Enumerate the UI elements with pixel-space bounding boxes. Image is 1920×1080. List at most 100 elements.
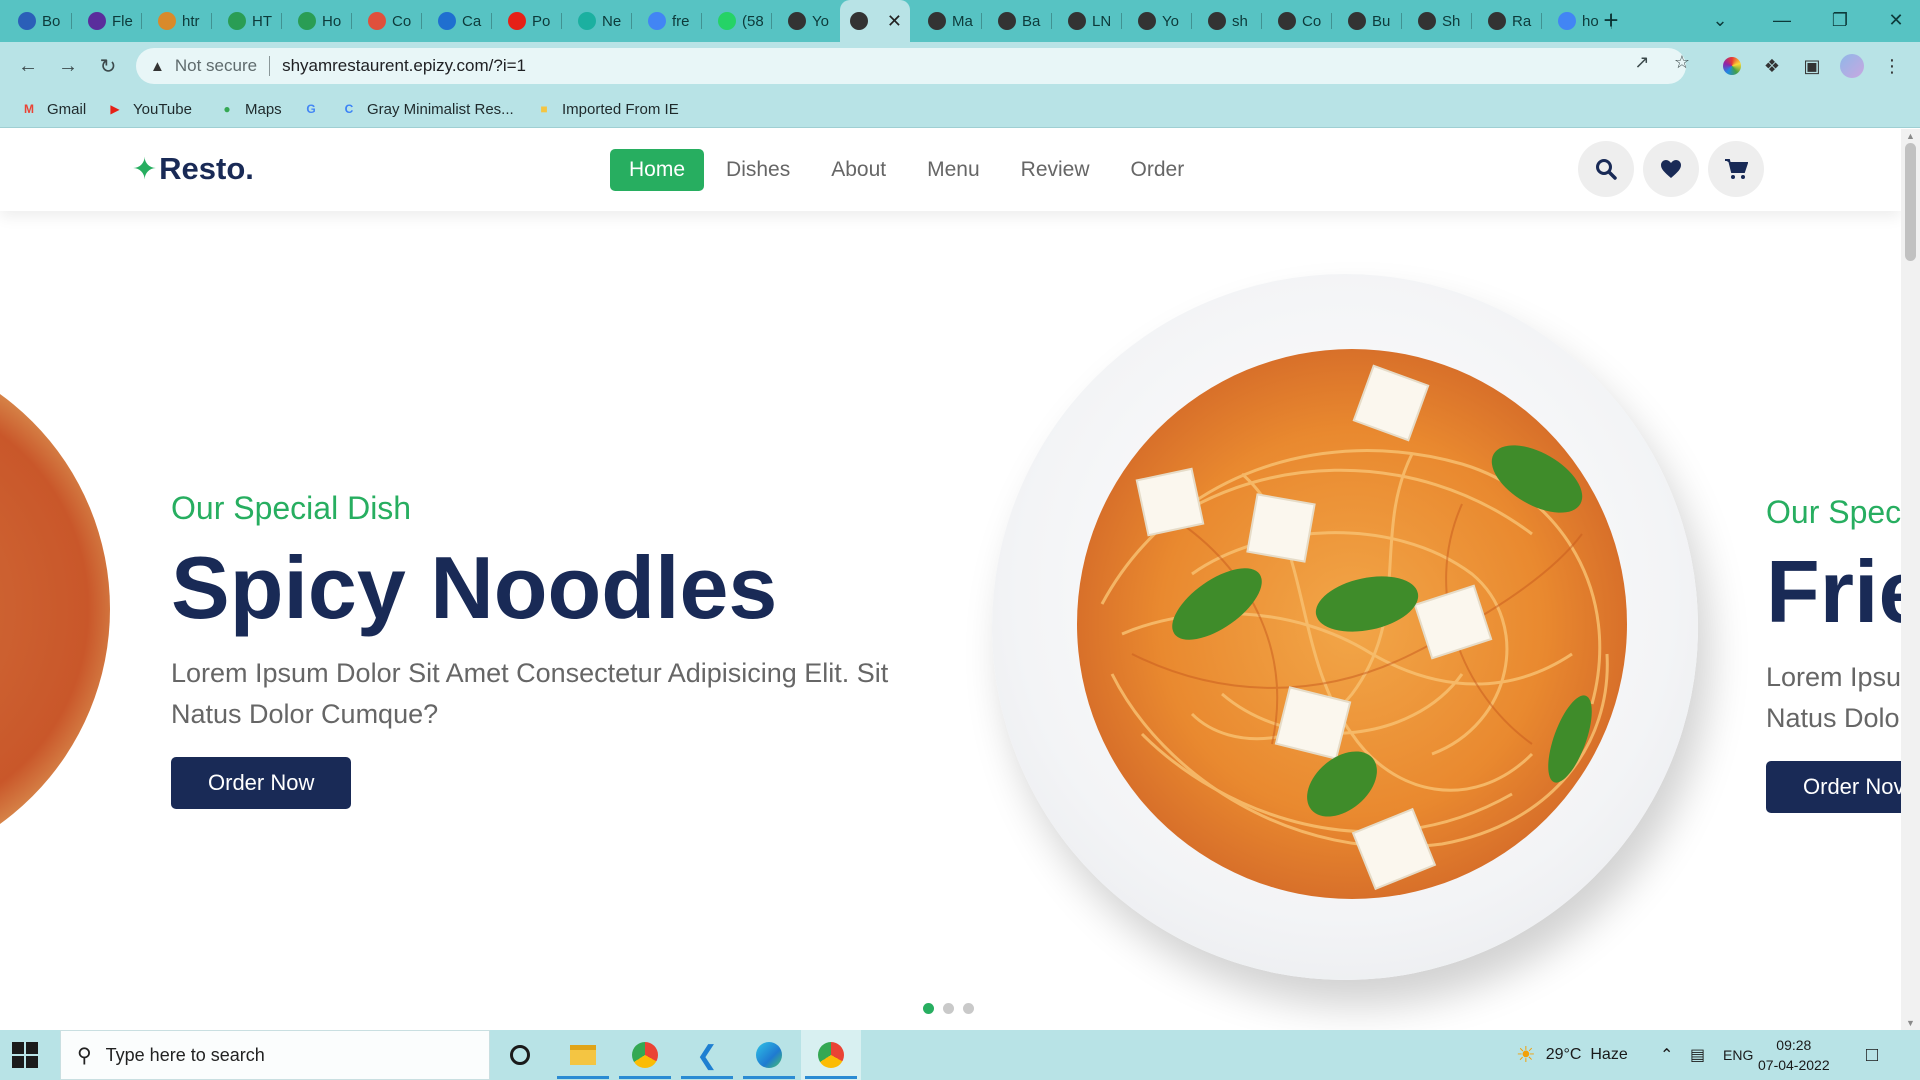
heart-icon[interactable]	[1643, 141, 1699, 197]
nav-dishes[interactable]: Dishes	[707, 149, 809, 191]
scrollbar-thumb[interactable]	[1905, 143, 1916, 261]
bookmark-label: YouTube	[133, 100, 192, 118]
bookmark-star-icon[interactable]: ☆	[1670, 50, 1694, 74]
chrome-icon[interactable]	[615, 1030, 675, 1080]
tab-title: (58	[742, 12, 764, 30]
restore-button[interactable]: ❐	[1810, 0, 1870, 40]
browser-toolbar: ← → ↻ ▲ Not secure shyamrestaurent.epizy…	[0, 42, 1920, 90]
youtube-icon	[508, 12, 526, 30]
browser-tab[interactable]: Co	[1268, 6, 1332, 36]
tab-separator	[1261, 13, 1262, 29]
browser-tab[interactable]: Yo	[778, 6, 842, 36]
browser-tab[interactable]: Co	[358, 6, 422, 36]
logo[interactable]: ✦ Resto.	[132, 151, 254, 187]
browser-tab[interactable]: Bo	[8, 6, 72, 36]
bookmark-item[interactable]: ▶ YouTube	[106, 98, 192, 120]
bookmark-item[interactable]: C Gray Minimalist Res...	[340, 98, 514, 120]
tab-separator	[1471, 13, 1472, 29]
windows-start-icon[interactable]	[12, 1042, 38, 1068]
globe-icon	[1208, 12, 1226, 30]
address-bar[interactable]: ▲ Not secure shyamrestaurent.epizy.com/?…	[136, 48, 1686, 84]
browser-tab[interactable]: (58	[708, 6, 772, 36]
bookmark-item[interactable]: M Gmail	[20, 98, 86, 120]
cortana-circle-icon[interactable]	[490, 1030, 550, 1080]
tab-title: Po	[532, 12, 551, 30]
order-now-button[interactable]: Order Nov	[1766, 761, 1901, 813]
notifications-icon[interactable]: □	[1866, 1030, 1878, 1080]
browser-tab[interactable]: Yo	[1128, 6, 1192, 36]
browser-tab[interactable]: Ca	[428, 6, 492, 36]
slider-dot[interactable]	[943, 1003, 954, 1014]
slider-dot[interactable]	[923, 1003, 934, 1014]
profile-avatar[interactable]	[1839, 53, 1865, 79]
browser-tab[interactable]: Ra	[1478, 6, 1542, 36]
browser-tab[interactable]: LN	[1058, 6, 1122, 36]
globe-icon	[928, 12, 946, 30]
browser-tab[interactable]: Po	[498, 6, 562, 36]
tab-search-chevron-icon[interactable]: ⌄	[1690, 0, 1750, 40]
taskbar-search-box[interactable]: ⚲ Type here to search	[60, 1030, 490, 1080]
nav-about[interactable]: About	[812, 149, 905, 191]
language-indicator[interactable]: ENG	[1723, 1030, 1753, 1080]
weather-text: 29°C Haze	[1545, 1046, 1628, 1063]
nav-menu[interactable]: Menu	[908, 149, 999, 191]
tab-title: Bo	[42, 12, 61, 30]
browser-tab[interactable]: Ma	[918, 6, 982, 36]
tab-title: Co	[392, 12, 412, 30]
scroll-up-arrow-icon[interactable]: ▲	[1906, 131, 1915, 141]
tab-title: Co	[1302, 12, 1322, 30]
browser-tab[interactable]: sh	[1198, 6, 1262, 36]
bookmark-item[interactable]: ● Maps	[218, 98, 281, 120]
kebab-menu-icon[interactable]: ⋮	[1879, 53, 1905, 79]
logo-text: Resto.	[159, 151, 254, 186]
share-icon[interactable]: ↗	[1630, 50, 1654, 74]
network-icon[interactable]: ▤	[1690, 1030, 1705, 1080]
color-wheel-extension-icon[interactable]	[1719, 53, 1745, 79]
close-window-button[interactable]: ✕	[1866, 0, 1920, 40]
browser-tab[interactable]: ✕	[840, 0, 910, 42]
browser-tab[interactable]: fre	[638, 6, 702, 36]
browser-tab[interactable]: htr	[148, 6, 212, 36]
cart-icon[interactable]	[1708, 141, 1764, 197]
tab-title: fre	[672, 12, 690, 30]
browser-tab[interactable]: Ne	[568, 6, 632, 36]
bookmark-item[interactable]: ■ Imported From IE	[535, 98, 678, 120]
browser-tab[interactable]: Fle	[78, 6, 142, 36]
tray-chevron-up-icon[interactable]: ⌃	[1660, 1030, 1673, 1080]
nav-home[interactable]: Home	[610, 149, 705, 191]
reload-icon[interactable]: ↻	[94, 52, 122, 80]
scroll-down-arrow-icon[interactable]: ▼	[1906, 1018, 1915, 1028]
browser-tab[interactable]: HT	[218, 6, 282, 36]
bookmark-item[interactable]: G	[302, 98, 329, 120]
order-now-button[interactable]: Order Now	[171, 757, 352, 809]
nav-order[interactable]: Order	[1112, 149, 1204, 191]
forward-arrow-icon[interactable]: →	[54, 52, 82, 80]
clock[interactable]: 09:28 07-04-2022	[1758, 1035, 1830, 1075]
bootstrap-icon	[88, 12, 106, 30]
side-panel-icon[interactable]: ▣	[1799, 53, 1825, 79]
monitor-icon	[438, 12, 456, 30]
browser-tab[interactable]: Sh	[1408, 6, 1472, 36]
minimize-button[interactable]: —	[1752, 0, 1812, 40]
file-explorer-icon[interactable]	[553, 1030, 613, 1080]
url-text[interactable]: shyamrestaurent.epizy.com/?i=1	[282, 56, 526, 76]
divider	[269, 56, 271, 76]
search-icon[interactable]	[1578, 141, 1634, 197]
extensions-puzzle-icon[interactable]: ❖	[1759, 53, 1785, 79]
weather-widget[interactable]: ☀ 29°C Haze	[1516, 1030, 1628, 1080]
close-tab-icon[interactable]: ✕	[887, 11, 902, 32]
browser-tab[interactable]: ho	[1548, 6, 1612, 36]
edge-icon[interactable]	[739, 1030, 799, 1080]
browser-tab[interactable]: Bu	[1338, 6, 1402, 36]
browser-tab[interactable]: Ba	[988, 6, 1052, 36]
nav-review[interactable]: Review	[1002, 149, 1109, 191]
blue-z-icon	[18, 12, 36, 30]
page-scrollbar[interactable]: ▲ ▼	[1901, 129, 1920, 1030]
slider-dot[interactable]	[963, 1003, 974, 1014]
chrome-profile-icon[interactable]	[801, 1030, 861, 1080]
browser-tab[interactable]: Ho	[288, 6, 352, 36]
clock-time: 09:28	[1776, 1037, 1812, 1053]
back-arrow-icon[interactable]: ←	[14, 52, 42, 80]
security-label: Not secure	[174, 56, 258, 75]
vscode-icon[interactable]: ❮	[677, 1030, 737, 1080]
